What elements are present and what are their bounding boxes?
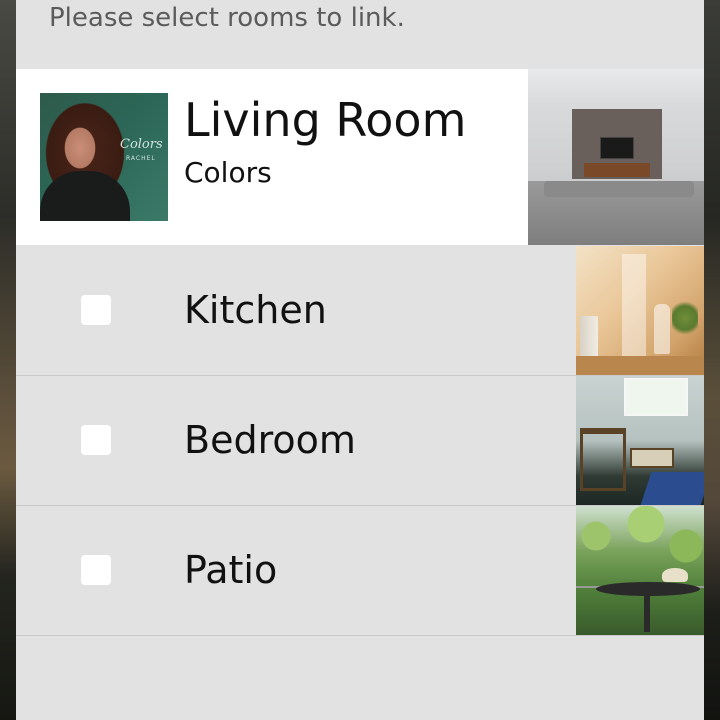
bedroom-photo — [576, 376, 704, 505]
room-label-kitchen: Kitchen — [184, 288, 327, 332]
bedroom-checkbox[interactable] — [81, 425, 111, 455]
living-room-photo — [528, 69, 704, 245]
link-rooms-dialog: Please select rooms to link. Colors RACH… — [16, 0, 704, 720]
bedroom-chair — [580, 428, 626, 491]
background-app-left — [0, 0, 16, 720]
living-room-console — [584, 163, 650, 177]
room-row-bedroom[interactable]: Bedroom — [16, 376, 704, 506]
album-art-figure — [40, 171, 130, 221]
bedroom-bed — [640, 472, 704, 505]
album-art: Colors RACHEL — [40, 93, 168, 221]
bedroom-stool — [630, 448, 674, 468]
patio-checkbox[interactable] — [81, 555, 111, 585]
room-label-patio: Patio — [184, 548, 278, 592]
living-room-sofa-back — [544, 181, 694, 197]
dialog-prompt: Please select rooms to link. — [49, 3, 405, 33]
room-row-kitchen[interactable]: Kitchen — [16, 246, 704, 376]
kitchen-checkbox[interactable] — [81, 295, 111, 325]
patio-photo — [576, 506, 704, 635]
patio-basket — [662, 568, 688, 582]
selected-room-name: Living Room — [184, 93, 467, 147]
album-art-title: Colors — [120, 137, 163, 152]
room-row-patio[interactable]: Patio — [16, 506, 704, 636]
album-art-artist: RACHEL — [126, 155, 156, 162]
living-room-tv — [600, 137, 634, 159]
kitchen-utensils — [580, 316, 598, 358]
kitchen-glass — [622, 254, 646, 364]
kitchen-photo — [576, 246, 704, 375]
kitchen-plant — [672, 298, 698, 338]
room-label-bedroom: Bedroom — [184, 418, 356, 462]
background-app-right — [704, 0, 720, 720]
patio-table-leg — [644, 592, 650, 632]
kitchen-counter — [576, 356, 704, 375]
now-playing-title: Colors — [184, 156, 272, 189]
kitchen-bottle — [654, 304, 670, 354]
selected-room-row[interactable]: Colors RACHEL Living Room Colors — [16, 69, 704, 245]
bedroom-window — [624, 378, 688, 416]
